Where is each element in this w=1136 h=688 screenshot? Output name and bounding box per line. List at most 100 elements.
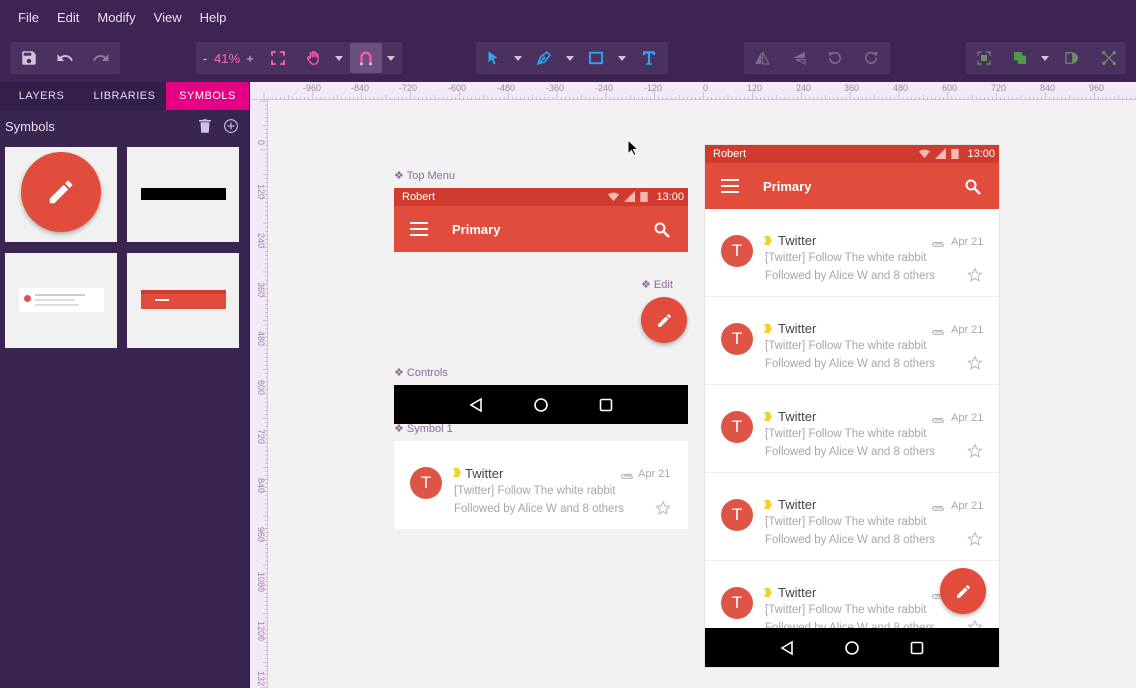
rotate-left-button[interactable] <box>821 43 849 73</box>
email-subject: [Twitter] Follow The white rabbit <box>765 604 927 616</box>
menu-help[interactable]: Help <box>200 10 227 25</box>
shape-tool-dropdown[interactable] <box>615 43 629 73</box>
tab-layers[interactable]: LAYERS <box>0 82 83 110</box>
pencil-icon <box>49 180 73 204</box>
pan-tool-dropdown[interactable] <box>332 43 346 73</box>
zoom-out-button[interactable]: - <box>198 43 212 73</box>
rectangle-tool-button[interactable] <box>582 43 610 73</box>
wifi-icon <box>919 149 930 159</box>
tab-symbols[interactable]: SYMBOLS <box>166 82 249 110</box>
snap-dropdown[interactable] <box>384 43 398 73</box>
pen-tool-button[interactable] <box>530 43 558 73</box>
appbar-title: Primary <box>763 179 812 194</box>
list-item[interactable]: T Twitter Apr 21 [Twitter] Follow The white… <box>705 209 999 297</box>
ruler-label: -840 <box>351 83 370 93</box>
select-tool-dropdown[interactable] <box>511 43 525 73</box>
recents-icon[interactable] <box>909 640 925 656</box>
symbol-thumb-edit[interactable] <box>5 147 117 242</box>
undo-button[interactable] <box>50 43 80 73</box>
ruler-label: 960 <box>1089 83 1105 93</box>
menu-view[interactable]: View <box>154 10 182 25</box>
email-sender: Twitter <box>778 409 817 424</box>
recents-icon[interactable] <box>598 397 614 413</box>
star-icon[interactable] <box>967 267 983 283</box>
left-panel: LAYERS LIBRARIES SYMBOLS Symbols <box>0 82 250 688</box>
list-item[interactable]: T Twitter Apr 21 [Twitter] Follow The white… <box>705 385 999 473</box>
symbol-thumb-controls[interactable] <box>127 147 239 242</box>
rectangle-icon <box>589 51 603 65</box>
attachment-icon <box>620 473 633 479</box>
zoom-level[interactable]: 41% <box>212 43 242 73</box>
save-button[interactable] <box>14 43 44 73</box>
snap-magnet-button[interactable] <box>350 43 382 73</box>
boolean-union-icon <box>1014 52 1026 64</box>
tab-libraries[interactable]: LIBRARIES <box>83 82 166 110</box>
home-icon[interactable] <box>533 397 549 413</box>
boolean-union-button[interactable] <box>1006 43 1034 73</box>
signal-icon <box>935 148 946 159</box>
star-icon[interactable] <box>967 531 983 547</box>
email-card-symbol[interactable]: T Twitter Apr 21 [Twitter] Follow The wh… <box>394 441 688 529</box>
ruler-label: 480 <box>256 331 266 347</box>
ruler-label: 960 <box>256 527 266 543</box>
select-tool-button[interactable] <box>479 43 507 73</box>
phone-artboard[interactable]: Robert 13:00 Primary T Twitter Apr 21 [Twit… <box>705 145 999 667</box>
back-icon[interactable] <box>779 640 795 656</box>
ruler-horizontal[interactable]: -960 -840 -720 -600 -480 -360 -240 -120 … <box>250 82 1136 100</box>
email-subject: [Twitter] Follow The white rabbit <box>765 516 927 528</box>
path-edit-button[interactable] <box>1095 43 1123 73</box>
ruler-label: -600 <box>448 83 467 93</box>
email-date: Apr 21 <box>951 236 984 248</box>
label-tag-icon <box>764 500 772 509</box>
home-icon[interactable] <box>844 640 860 656</box>
compose-fab[interactable] <box>940 568 986 614</box>
menu-file[interactable]: File <box>18 10 39 25</box>
flip-vertical-button[interactable] <box>785 43 813 73</box>
statusbar-icons <box>608 191 648 202</box>
star-icon[interactable] <box>967 355 983 371</box>
edit-fab[interactable] <box>641 297 687 343</box>
trash-icon[interactable] <box>196 117 214 135</box>
phone-navbar <box>705 628 999 667</box>
symbol-thumb-top-menu[interactable] <box>127 253 239 348</box>
list-item[interactable]: T Twitter Apr 21 [Twitter] Follow The white… <box>705 473 999 561</box>
label-tag-icon <box>764 412 772 421</box>
symbol-thumb-card[interactable] <box>5 253 117 348</box>
search-icon[interactable] <box>654 222 670 238</box>
search-icon[interactable] <box>965 179 981 195</box>
rotate-right-button[interactable] <box>857 43 885 73</box>
group-button[interactable] <box>970 43 998 73</box>
email-sender: Twitter <box>778 585 817 600</box>
star-icon[interactable] <box>655 500 671 516</box>
ruler-vertical[interactable]: 0 120 240 360 480 600 720 840 960 1080 1… <box>250 100 268 688</box>
menu-edit[interactable]: Edit <box>57 10 79 25</box>
email-snippet: Followed by Alice W and 8 others <box>454 503 625 515</box>
fit-screen-button[interactable] <box>264 43 292 73</box>
zoom-in-button[interactable]: + <box>243 43 257 73</box>
add-circle-icon[interactable] <box>222 117 240 135</box>
label-tag-icon <box>453 468 461 477</box>
email-sender: Twitter <box>465 466 504 481</box>
hamburger-icon[interactable] <box>410 221 428 237</box>
ruler-label: 360 <box>844 83 860 93</box>
pencil-icon <box>956 584 970 598</box>
pen-tool-dropdown[interactable] <box>563 43 577 73</box>
hamburger-icon[interactable] <box>721 178 739 194</box>
text-tool-button[interactable] <box>634 43 664 73</box>
star-icon[interactable] <box>967 443 983 459</box>
mask-button[interactable] <box>1058 43 1086 73</box>
list-item[interactable]: T Twitter Apr 21 [Twitter] Follow The white… <box>705 297 999 385</box>
back-icon[interactable] <box>468 397 484 413</box>
boolean-dropdown[interactable] <box>1038 43 1052 73</box>
menu-modify[interactable]: Modify <box>97 10 135 25</box>
symbol-label-edit: ❖ Edit <box>641 279 673 291</box>
ruler-label: -480 <box>497 83 516 93</box>
attachment-icon <box>931 241 944 247</box>
email-snippet: Followed by Alice W and 8 others <box>765 358 936 370</box>
undo-icon <box>57 54 73 61</box>
pan-tool-button[interactable] <box>300 43 328 73</box>
label-tag-icon <box>764 324 772 333</box>
redo-button[interactable] <box>86 43 116 73</box>
ruler-label: 720 <box>991 83 1007 93</box>
flip-horizontal-button[interactable] <box>748 43 776 73</box>
